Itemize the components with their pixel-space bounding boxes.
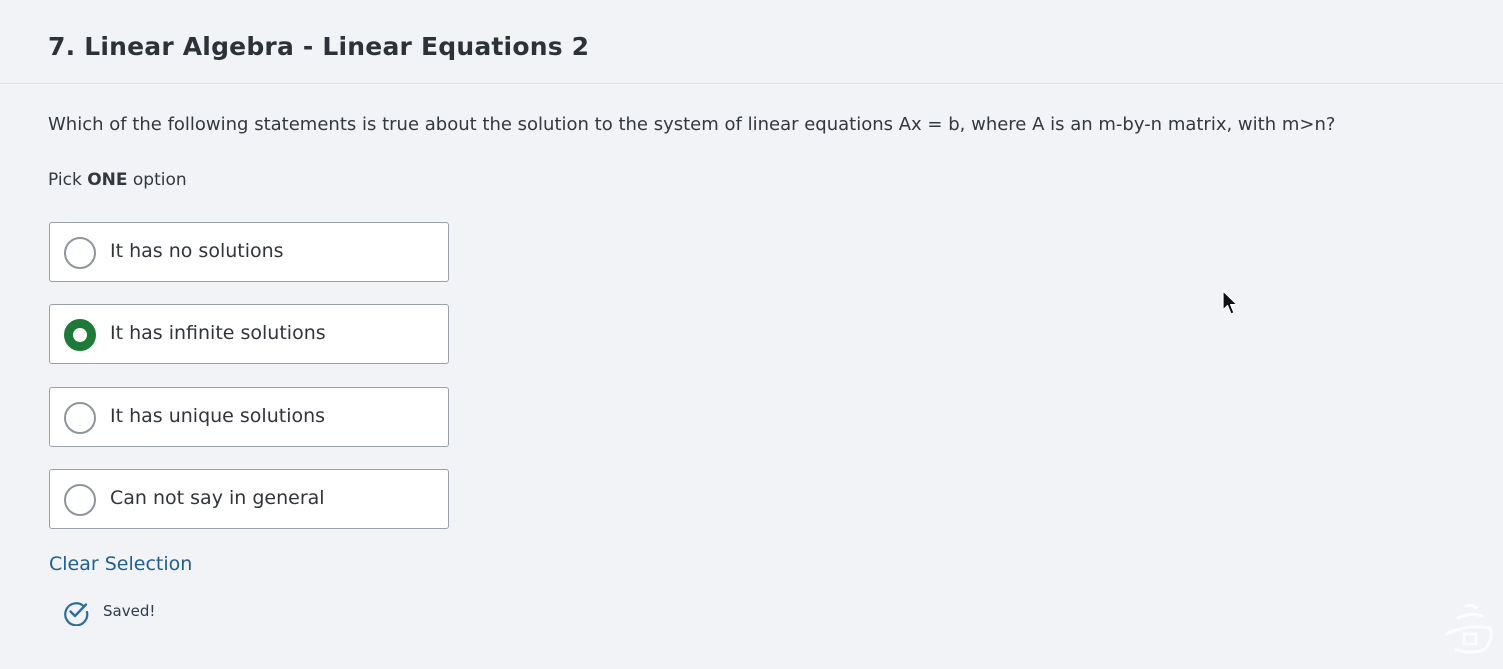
option-can-not-say[interactable]: Can not say in general [49, 469, 449, 529]
question-text: Which of the following statements is tru… [48, 114, 1336, 135]
clear-selection-link[interactable]: Clear Selection [49, 553, 192, 575]
option-label: Can not say in general [110, 487, 325, 509]
instruction-suffix: option [127, 170, 187, 190]
option-infinite-solutions[interactable]: It has infinite solutions [49, 304, 449, 364]
instruction-prefix: Pick [48, 170, 88, 190]
question-page: 7. Linear Algebra - Linear Equations 2 W… [0, 0, 1503, 669]
instruction-emphasis: ONE [87, 170, 128, 190]
watermark-logo-icon [1444, 603, 1493, 654]
option-no-solutions[interactable]: It has no solutions [49, 222, 449, 282]
option-unique-solutions[interactable]: It has unique solutions [49, 387, 449, 447]
radio-button-selected[interactable] [64, 319, 96, 351]
radio-button[interactable] [64, 484, 96, 516]
option-label: It has no solutions [110, 240, 284, 262]
radio-button[interactable] [64, 402, 96, 434]
mouse-cursor-icon [1222, 290, 1238, 315]
option-label: It has infinite solutions [110, 322, 326, 344]
radio-button[interactable] [64, 237, 96, 269]
question-title: 7. Linear Algebra - Linear Equations 2 [48, 32, 590, 61]
title-divider [0, 83, 1503, 84]
pick-instruction: Pick ONE option [48, 170, 187, 190]
check-circle-icon [64, 602, 89, 626]
saved-label: Saved! [103, 602, 156, 620]
option-label: It has unique solutions [110, 405, 326, 427]
